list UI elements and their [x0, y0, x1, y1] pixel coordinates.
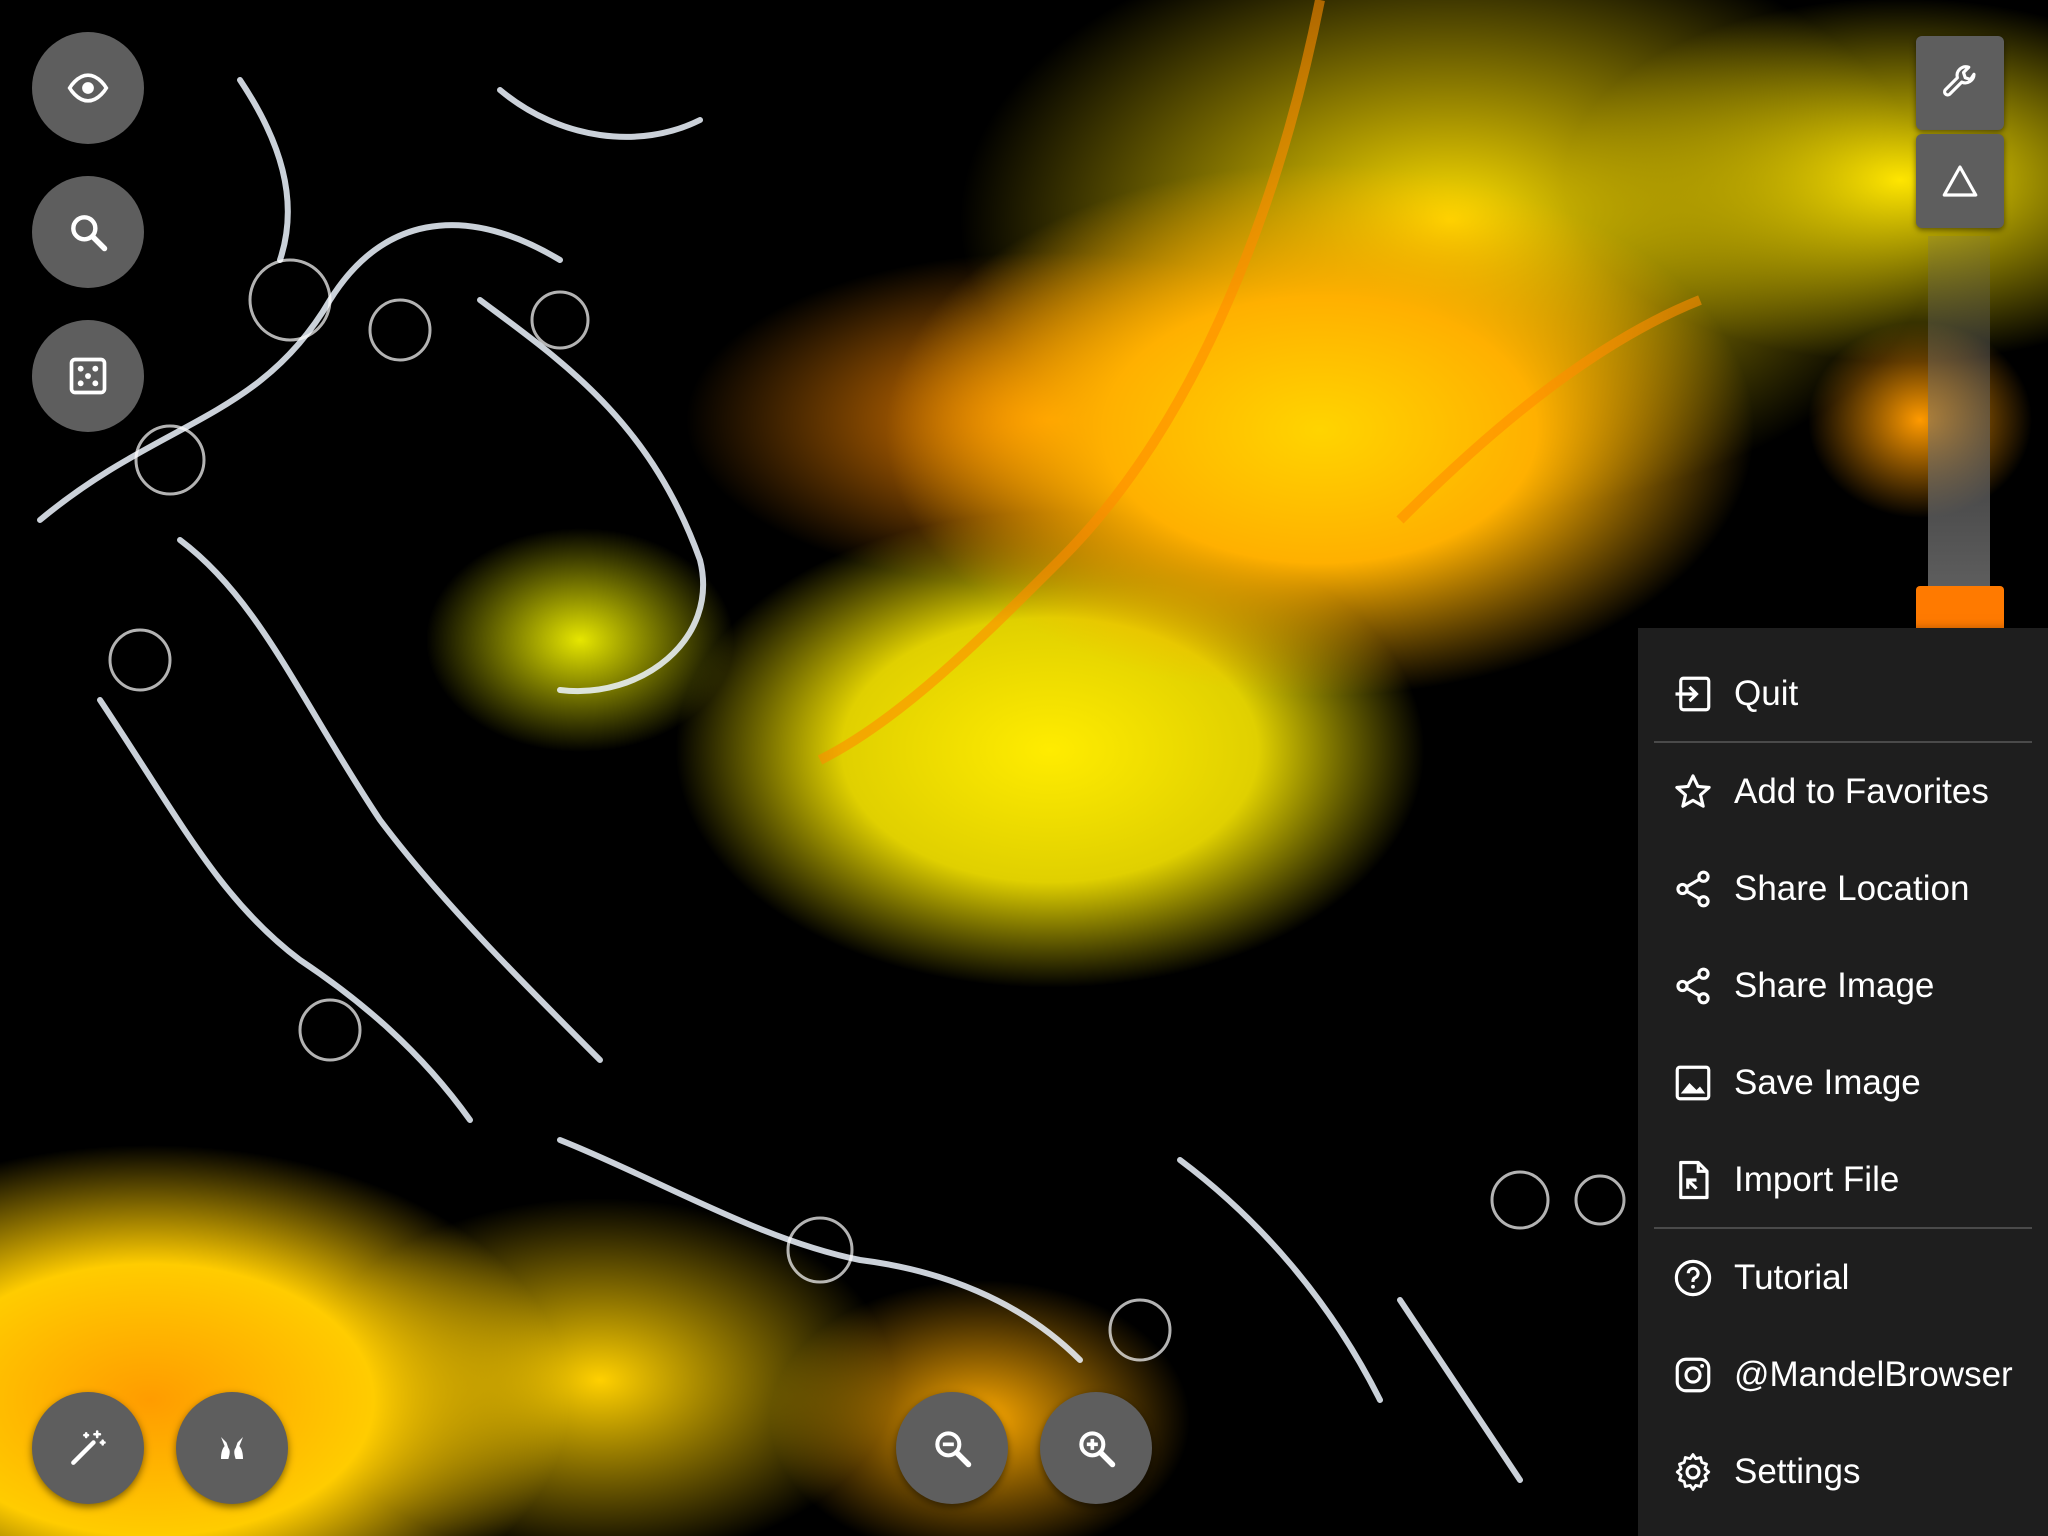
- tools-button[interactable]: [1916, 36, 2004, 130]
- eye-button[interactable]: [32, 32, 144, 144]
- zoom-in-icon: [1079, 1431, 1116, 1468]
- menu-item-label: Settings: [1734, 1452, 1861, 1491]
- zoom-out-icon: [935, 1431, 972, 1468]
- menu-item-share-location[interactable]: Share Location: [1638, 841, 2048, 937]
- eye-icon: [67, 73, 109, 103]
- search-button[interactable]: [32, 176, 144, 288]
- instagram-icon: [1675, 1357, 1711, 1393]
- help-icon: [1674, 1259, 1712, 1297]
- share-icon: [1676, 967, 1710, 1005]
- share-icon: [1676, 870, 1710, 908]
- wrench-icon: [1943, 65, 1976, 97]
- iteration-slider-handle[interactable]: [1916, 586, 2004, 630]
- random-location-button[interactable]: [32, 320, 144, 432]
- menu-item-import-file[interactable]: Import File: [1638, 1132, 2048, 1228]
- menu-divider: [1654, 1227, 2032, 1229]
- search-icon: [71, 215, 108, 252]
- gallery-button[interactable]: [176, 1392, 288, 1504]
- menu-item-quit[interactable]: Quit: [1638, 646, 2048, 742]
- menu-item-label: Quit: [1734, 674, 1799, 713]
- triangle-icon: [1942, 165, 1978, 197]
- overflow-menu: Quit Add to Favorites Share Location Sha…: [1638, 628, 2048, 1536]
- menu-item-label: Tutorial: [1734, 1258, 1850, 1297]
- bunny-icon: [221, 1437, 243, 1459]
- menu-item-label: Share Image: [1734, 966, 1935, 1005]
- menu-item-label: Share Location: [1734, 869, 1970, 908]
- magic-button[interactable]: [32, 1392, 144, 1504]
- file-import-icon: [1679, 1160, 1709, 1200]
- mandelbrot-viewer[interactable]: Quit Add to Favorites Share Location Sha…: [0, 0, 2048, 1536]
- zoom-out-button[interactable]: [896, 1392, 1008, 1504]
- menu-item-settings[interactable]: Settings: [1638, 1424, 2048, 1520]
- menu-item-label: Add to Favorites: [1734, 772, 1989, 811]
- zoom-in-button[interactable]: [1040, 1392, 1152, 1504]
- dice-icon: [69, 357, 107, 395]
- menu-item-share-image[interactable]: Share Image: [1638, 938, 2048, 1034]
- gear-icon: [1675, 1453, 1711, 1491]
- menu-item-instagram[interactable]: @MandelBrowser: [1638, 1327, 2048, 1423]
- iteration-slider-track[interactable]: [1928, 236, 1990, 586]
- menu-item-tutorial[interactable]: Tutorial: [1638, 1230, 2048, 1326]
- menu-item-label: Save Image: [1734, 1063, 1921, 1102]
- menu-item-label: @MandelBrowser: [1734, 1355, 2013, 1394]
- exit-icon: [1675, 676, 1711, 712]
- menu-item-save-image[interactable]: Save Image: [1638, 1035, 2048, 1131]
- magic-wand-icon: [71, 1430, 106, 1465]
- menu-item-label: Import File: [1734, 1160, 1900, 1199]
- toggle-button[interactable]: [1916, 134, 2004, 228]
- star-icon: [1675, 774, 1711, 808]
- image-icon: [1675, 1065, 1711, 1101]
- menu-item-add-to-favorites[interactable]: Add to Favorites: [1638, 744, 2048, 840]
- menu-divider: [1654, 741, 2032, 743]
